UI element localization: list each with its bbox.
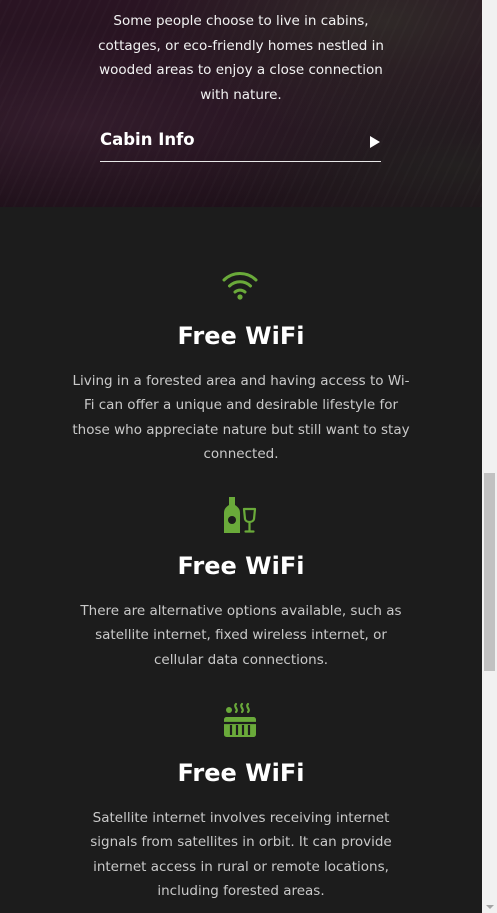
hot-tub-icon (220, 701, 260, 741)
scrollbar-thumb[interactable] (484, 473, 495, 671)
feature-title: Free WiFi (177, 322, 305, 350)
cabin-info-label: Cabin Info (100, 130, 195, 149)
cabin-info-link[interactable]: Cabin Info (100, 126, 381, 162)
feature-description: Satellite internet involves receiving in… (90, 810, 392, 899)
page: Some people choose to live in cabins, co… (0, 0, 497, 913)
features-section: Free WiFi Living in a forested area and … (0, 207, 482, 913)
scroll-down-arrow-icon[interactable] (486, 905, 494, 909)
hero-description: Some people choose to live in cabins, co… (98, 13, 384, 103)
wine-bottle-glass-icon (220, 495, 260, 535)
vertical-scrollbar[interactable] (482, 0, 497, 913)
hero-section: Some people choose to live in cabins, co… (0, 0, 482, 207)
play-arrow-icon (370, 136, 380, 148)
feature-description: Living in a forested area and having acc… (72, 373, 410, 462)
feature-description: There are alternative options available,… (80, 603, 402, 668)
feature-item: Free WiFi Living in a forested area and … (0, 207, 482, 467)
feature-title: Free WiFi (177, 552, 305, 580)
wifi-icon (220, 265, 260, 305)
feature-title: Free WiFi (177, 759, 305, 787)
